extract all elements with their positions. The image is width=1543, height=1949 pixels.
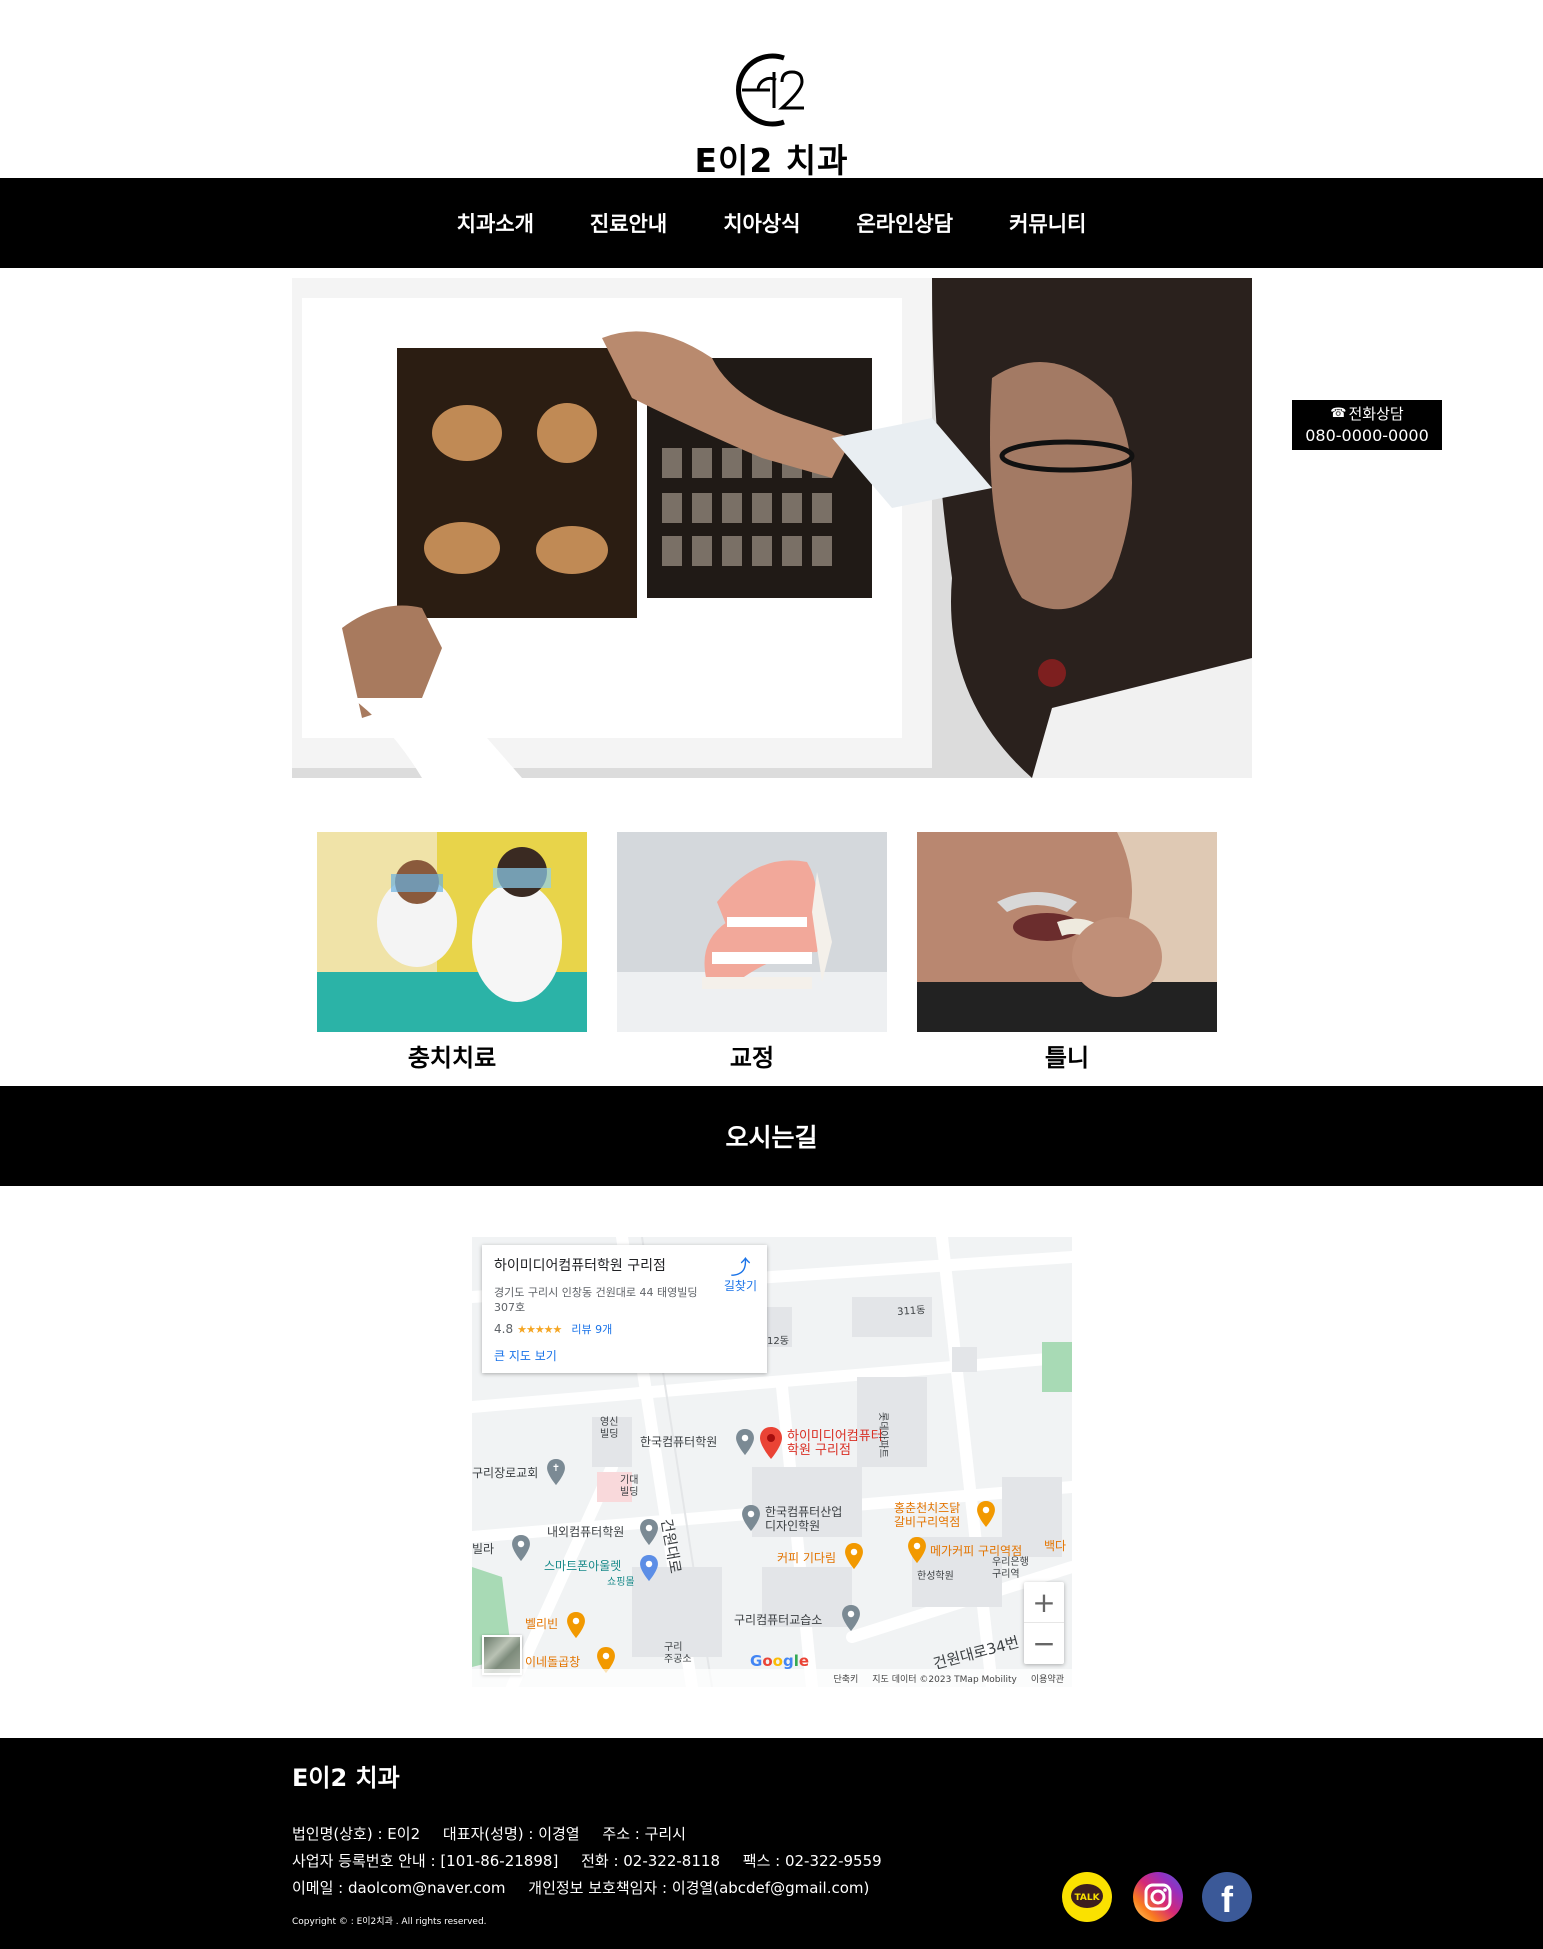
map-poi-pin-icon <box>842 1605 860 1631</box>
map-label-villa: 빌라 <box>472 1542 495 1556</box>
main-nav: 치과소개 진료안내 치아상식 온라인상담 커뮤니티 <box>0 178 1543 268</box>
restaurant-pin-icon <box>977 1501 995 1527</box>
service-card-cavity[interactable]: 충치치료 <box>317 832 587 1073</box>
logo-icon[interactable] <box>732 50 812 130</box>
footer-phone: 전화 : 02-322-8118 <box>581 1852 720 1870</box>
facebook-icon[interactable]: f <box>1202 1872 1252 1922</box>
map-label-gidae: 기대 빌딩 <box>620 1475 639 1498</box>
map-footer: 단축키 지도 데이터 ©2023 TMap Mobility 이용약관 <box>472 1669 1072 1687</box>
service-image-dentures <box>917 832 1217 1032</box>
map-label-main: 하이미디어컴퓨터 학원 구리점 <box>787 1429 883 1458</box>
instagram-icon[interactable] <box>1133 1872 1183 1922</box>
map-label-chicken: 홍춘천치즈닭 갈비구리역점 <box>894 1501 961 1529</box>
shopping-pin-icon <box>640 1555 658 1581</box>
footer-copyright: Copyright © : E이2치과 . All rights reserve… <box>292 1917 487 1927</box>
embedded-map[interactable]: 하이미디어컴퓨터학원 구리점 경기도 구리시 인창동 건원대로 44 태영빌딩 … <box>472 1237 1072 1687</box>
map-label-youngshin: 영신 빌딩 <box>600 1417 619 1440</box>
hero-image <box>292 278 1252 778</box>
svg-text:✝: ✝ <box>552 1463 560 1474</box>
zoom-out-button[interactable]: − <box>1024 1623 1064 1664</box>
service-card-dentures[interactable]: 틀니 <box>917 832 1217 1073</box>
footer-address: 주소 : 구리시 <box>602 1825 686 1843</box>
map-label-smartphone-outlet: 스마트폰아울렛 <box>544 1559 622 1573</box>
map-terms-link[interactable]: 이용약관 <box>1031 1672 1064 1685</box>
footer-fax: 팩스 : 02-322-9559 <box>742 1852 882 1870</box>
footer-company-info: 법인명(상호) : E이2 대표자(성명) : 이경열 주소 : 구리시 <box>292 1823 704 1844</box>
cafe-pin-icon <box>908 1537 926 1563</box>
map-label-naewoe: 내외컴퓨터학원 <box>547 1525 625 1539</box>
map-label-bldg-311: 311동 <box>896 1305 926 1318</box>
svg-text:TALK: TALK <box>1074 1893 1100 1903</box>
map-label-design-academy: 한국컴퓨터산업 디자인학원 <box>765 1505 843 1533</box>
cafe-pin-icon <box>567 1612 585 1638</box>
nav-item-online-consult[interactable]: 온라인상담 <box>828 208 981 238</box>
footer-company-name: 법인명(상호) : E이2 <box>292 1825 421 1843</box>
map-poi-pin-icon <box>736 1429 754 1455</box>
map-label-korea-computer: 한국컴퓨터학원 <box>640 1435 718 1449</box>
site-footer: E이2 치과 법인명(상호) : E이2 대표자(성명) : 이경열 주소 : … <box>0 1738 1543 1949</box>
service-image-cavity <box>317 832 587 1032</box>
zoom-in-button[interactable]: + <box>1024 1582 1064 1623</box>
map-label-inedol: 이네돌곱창 <box>525 1655 581 1669</box>
map-label-shopping: 쇼핑몰 <box>607 1577 635 1588</box>
star-rating-icon: ★★★★★ <box>517 1322 562 1336</box>
site-title[interactable]: E이2 치과 <box>0 134 1543 182</box>
map-label-gimbap: 백다 <box>1044 1539 1067 1553</box>
directions-title: 오시는길 <box>0 1086 1543 1186</box>
footer-title: E이2 치과 <box>292 1764 400 1792</box>
map-label-cafe-gidarim: 커피 기다림 <box>777 1551 837 1565</box>
map-shortcuts-link[interactable]: 단축키 <box>833 1672 858 1685</box>
phone-consult-badge[interactable]: ☎ 전화상담 080-0000-0000 <box>1292 400 1442 450</box>
footer-contact-info: 이메일 : daolcom@naver.com 개인정보 보호책임자 : 이경열… <box>292 1877 887 1898</box>
map-rating-row: 4.8 ★★★★★ 리뷰 9개 <box>494 1321 755 1337</box>
map-pin-icon[interactable] <box>760 1427 782 1459</box>
cafe-pin-icon <box>845 1543 863 1569</box>
nav-item-community[interactable]: 커뮤니티 <box>981 208 1114 238</box>
service-caption-orthodontics: 교정 <box>729 1044 775 1072</box>
footer-business-number: 사업자 등록번호 안내 : [101-86-21898] <box>292 1852 559 1870</box>
map-label-church: 구리장로교회 <box>472 1466 539 1480</box>
phone-consult-label: 전화상담 <box>1348 405 1404 423</box>
map-zoom-control: + − <box>1024 1582 1064 1664</box>
map-place-address: 경기도 구리시 인창동 건원대로 44 태영빌딩 307호 <box>494 1286 698 1314</box>
footer-privacy-officer: 개인정보 보호책임자 : 이경열(abcdef@gmail.com) <box>528 1879 870 1897</box>
google-logo: Google <box>750 1652 810 1670</box>
hero-xray-illustration <box>292 278 1252 778</box>
map-directions-button[interactable]: ⤴ 길찾기 <box>724 1257 757 1294</box>
map-poi-pin-icon <box>512 1535 530 1561</box>
map-label-bellybin: 벨리빈 <box>525 1617 559 1631</box>
footer-email: 이메일 : daolcom@naver.com <box>292 1879 506 1897</box>
map-info-card: 하이미디어컴퓨터학원 구리점 경기도 구리시 인창동 건원대로 44 태영빌딩 … <box>482 1245 767 1373</box>
service-card-orthodontics[interactable]: 교정 <box>617 832 887 1073</box>
map-label-woori-bank: 우리은행 구리역 <box>992 1557 1029 1580</box>
map-label-apt: 롯데아파트 <box>877 1412 888 1458</box>
map-data-credit: 지도 데이터 ©2023 TMap Mobility <box>872 1674 1017 1685</box>
phone-icon: ☎ <box>1330 406 1347 421</box>
kakaotalk-icon[interactable]: TALK <box>1062 1872 1112 1922</box>
footer-ceo: 대표자(성명) : 이경열 <box>442 1825 580 1843</box>
map-label-guri-center: 구리컴퓨터교습소 <box>734 1613 823 1627</box>
map-label-bldg-312: 12동 <box>767 1336 789 1347</box>
church-pin-icon: ✝ <box>547 1459 565 1485</box>
map-label-geonwon: 구리 주공소 <box>664 1642 692 1665</box>
map-place-name: 하이미디어컴퓨터학원 구리점 <box>494 1258 666 1274</box>
nav-item-dental-tips[interactable]: 치아상식 <box>695 208 828 238</box>
map-rating: 4.8 <box>494 1322 514 1336</box>
nav-item-clinic-intro[interactable]: 치과소개 <box>429 208 562 238</box>
service-image-orthodontics <box>617 832 887 1032</box>
map-poi-pin-icon <box>742 1505 760 1531</box>
service-caption-cavity: 충치치료 <box>407 1044 497 1072</box>
map-reviews-link[interactable]: 리뷰 9개 <box>571 1321 612 1337</box>
phone-number: 080-0000-0000 <box>1305 426 1429 445</box>
footer-business-info: 사업자 등록번호 안내 : [101-86-21898] 전화 : 02-322… <box>292 1850 900 1871</box>
map-label-hanseong: 한성학원 <box>917 1571 954 1582</box>
service-caption-dentures: 틀니 <box>1044 1044 1090 1072</box>
view-larger-map-link[interactable]: 큰 지도 보기 <box>494 1347 755 1364</box>
map-poi-pin-icon <box>640 1519 658 1545</box>
directions-icon: ⤴ <box>730 1255 751 1279</box>
header: E이2 치과 <box>0 0 1543 180</box>
nav-item-treatment-guide[interactable]: 진료안내 <box>562 208 695 238</box>
map-directions-label: 길찾기 <box>723 1279 757 1293</box>
